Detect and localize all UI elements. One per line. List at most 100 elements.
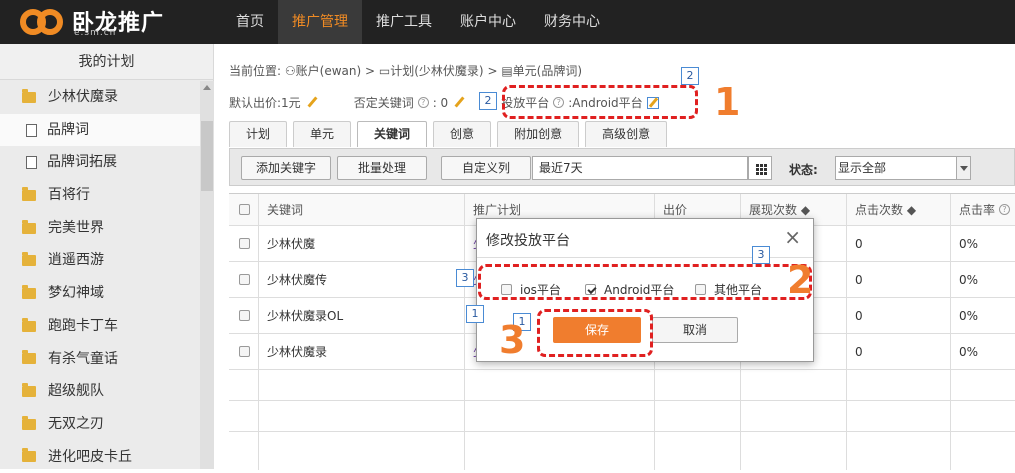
tab-extra-creative[interactable]: 附加创意	[497, 121, 580, 147]
chevron-down-icon[interactable]	[956, 157, 970, 179]
tab-advanced-creative[interactable]: 高级创意	[585, 121, 668, 147]
clicks-cell: 0	[847, 298, 951, 333]
col-header-keyword[interactable]: 关键词	[259, 194, 465, 225]
keyword-cell[interactable]: 少林伏魔录	[259, 334, 465, 369]
highlight-platform-edit	[502, 85, 698, 119]
tab-plan[interactable]: 计划	[229, 121, 288, 147]
row-checkbox[interactable]	[239, 346, 250, 357]
tab-creative[interactable]: 创意	[433, 121, 492, 147]
empty-cell	[655, 432, 741, 470]
row-checkbox[interactable]	[239, 274, 250, 285]
empty-cell	[259, 401, 465, 431]
row-checkbox[interactable]	[239, 310, 250, 321]
nav-account-center[interactable]: 账户中心	[446, 0, 530, 44]
breadcrumb-plan[interactable]: 计划(少林伏魔录)	[390, 64, 483, 78]
empty-row	[229, 370, 1015, 401]
nav-home[interactable]: 首页	[222, 0, 278, 44]
col-header-ctr[interactable]: 点击率?	[951, 194, 1015, 225]
sidebar-item-label: 品牌词	[47, 121, 89, 138]
row-checkbox-cell[interactable]	[229, 262, 259, 297]
empty-cell	[229, 401, 259, 431]
nav-promotion-tools[interactable]: 推广工具	[362, 0, 446, 44]
empty-cell	[465, 432, 655, 470]
step-badge: 3	[752, 246, 770, 264]
ctr-cell: 0%	[959, 236, 979, 251]
negative-keywords-label: 否定关键词	[353, 96, 414, 110]
sidebar-item-plan[interactable]: 跑跑卡丁车	[0, 310, 200, 343]
empty-cell	[465, 370, 655, 400]
step-number: 3	[499, 318, 526, 362]
nav-finance-center[interactable]: 财务中心	[530, 0, 614, 44]
logo[interactable]: 卧龙推广 e.sm.cn	[20, 5, 200, 39]
sidebar-item-plan[interactable]: 少林伏魔录	[0, 81, 200, 114]
folder-icon	[22, 383, 36, 398]
tab-unit[interactable]: 单元	[293, 121, 352, 147]
clicks-cell: 0	[847, 334, 951, 369]
calendar-grid-icon[interactable]	[748, 156, 772, 180]
default-bid: 默认出价:1元	[229, 96, 301, 110]
breadcrumb-account[interactable]: 账户(ewan)	[296, 64, 362, 78]
keyword-cell[interactable]: 少林伏魔传	[259, 262, 465, 297]
scroll-up-icon[interactable]	[203, 85, 211, 90]
folder-icon	[22, 448, 36, 463]
sidebar-item-plan[interactable]: 有杀气童话	[0, 343, 200, 376]
breadcrumb-prefix: 当前位置:	[229, 64, 282, 78]
sidebar-item-plan[interactable]: 百将行	[0, 179, 200, 212]
folder-icon	[22, 350, 36, 365]
col-header-ctr-label: 点击率	[959, 203, 996, 217]
plan-list: 少林伏魔录 品牌词 品牌词拓展 百将行 完美世界 逍遥西游 梦幻神域 跑跑卡丁车…	[0, 81, 200, 473]
sidebar-item-plan[interactable]: 无双之刃	[0, 408, 200, 441]
clicks-cell: 0	[847, 226, 951, 261]
breadcrumb-unit[interactable]: 单元(品牌词)	[513, 64, 582, 78]
sidebar-item-label: 有杀气童话	[48, 350, 118, 367]
sidebar-item-plan[interactable]: 梦幻神域	[0, 277, 200, 310]
sidebar-item-label: 进化吧皮卡丘	[48, 448, 132, 465]
row-checkbox[interactable]	[239, 238, 250, 249]
ctr-cell: 0%	[959, 308, 979, 323]
empty-cell	[741, 401, 847, 431]
folder-icon	[22, 186, 36, 201]
row-checkbox-cell[interactable]	[229, 334, 259, 369]
sidebar-item-plan[interactable]: 进化吧皮卡丘	[0, 441, 200, 473]
col-header-clicks[interactable]: 点击次数 ◆	[847, 194, 951, 225]
close-icon[interactable]: ×	[784, 225, 801, 249]
sidebar-item-plan[interactable]: 完美世界	[0, 212, 200, 245]
sidebar-title: 我的计划	[0, 44, 213, 80]
sidebar-item-plan[interactable]: 逍遥西游	[0, 244, 200, 277]
logo-subtext: e.sm.cn	[74, 28, 117, 38]
keyword-cell[interactable]: 少林伏魔	[259, 226, 465, 261]
tab-keywords[interactable]: 关键词	[357, 121, 428, 147]
date-range-select[interactable]: 最近7天	[532, 156, 748, 180]
keyword-cell[interactable]: 少林伏魔录OL	[259, 298, 465, 333]
empty-cell	[465, 401, 655, 431]
select-all-checkbox-cell[interactable]	[229, 194, 259, 225]
step-number: 2	[787, 258, 814, 302]
select-all-checkbox[interactable]	[239, 204, 250, 215]
cancel-button[interactable]: 取消	[652, 317, 738, 343]
empty-cell	[229, 370, 259, 400]
help-icon[interactable]: ?	[999, 204, 1011, 215]
breadcrumb: 当前位置: ⚇账户(ewan) > ▭计划(少林伏魔录) > ▤单元(品牌词)	[229, 62, 582, 79]
sidebar-item-unit[interactable]: 品牌词	[0, 113, 200, 147]
status-filter-select[interactable]: 显示全部	[835, 156, 971, 180]
sidebar-scrollbar[interactable]	[200, 81, 214, 469]
edit-bid-icon[interactable]	[307, 97, 318, 108]
scroll-thumb[interactable]	[201, 121, 213, 191]
sidebar-item-plan[interactable]: 超级舰队	[0, 375, 200, 408]
help-icon[interactable]: ?	[417, 97, 429, 108]
folder-outline-icon: ▭	[378, 64, 391, 78]
empty-cell	[655, 370, 741, 400]
empty-row	[229, 401, 1015, 432]
add-keyword-button[interactable]: 添加关键字	[241, 156, 332, 180]
row-checkbox-cell[interactable]	[229, 298, 259, 333]
nav-promotion-management[interactable]: 推广管理	[278, 0, 362, 44]
sidebar-item-unit[interactable]: 品牌词拓展	[0, 146, 200, 179]
batch-process-button[interactable]: 批量处理	[337, 156, 428, 180]
tab-bar: 计划 单元 关键词 创意 附加创意 高级创意	[229, 121, 673, 147]
custom-columns-button[interactable]: 自定义列	[441, 156, 532, 180]
row-checkbox-cell[interactable]	[229, 226, 259, 261]
sidebar-item-label: 百将行	[48, 187, 90, 204]
edit-negative-icon[interactable]	[454, 97, 465, 108]
empty-cell	[847, 401, 951, 431]
status-filter-value: 显示全部	[838, 161, 887, 175]
